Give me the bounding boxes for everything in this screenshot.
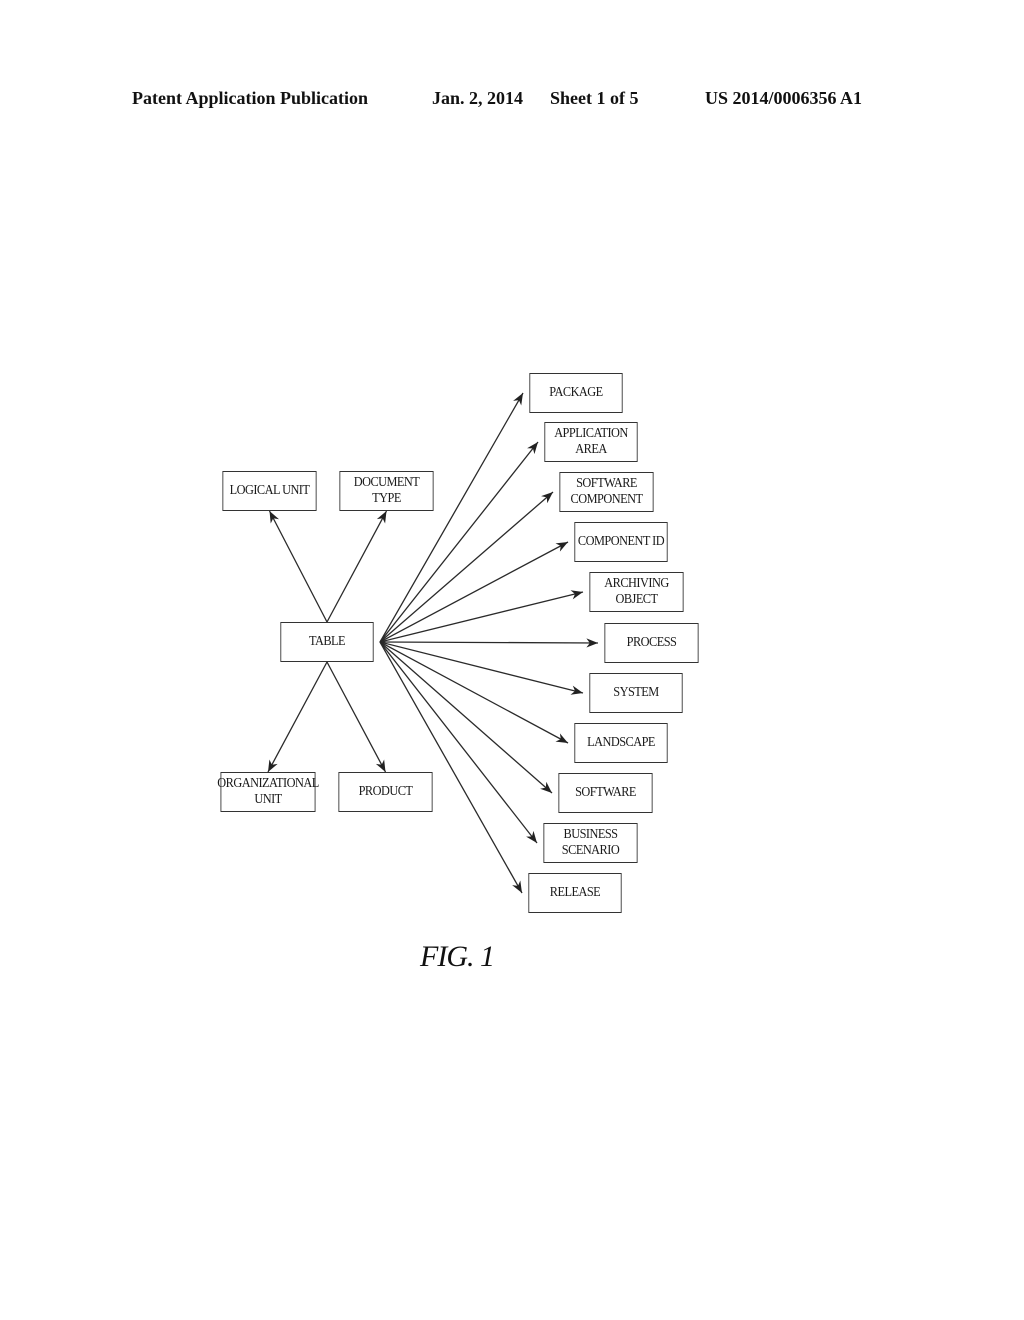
node-system: SYSTEM: [589, 673, 683, 713]
node-label: DOCUMENT TYPE: [353, 475, 420, 506]
node-table: TABLE: [280, 622, 374, 662]
node-application-area: APPLICATION AREA: [544, 422, 638, 462]
node-software: SOFTWARE: [558, 773, 653, 813]
node-label: ORGANIZATIONAL UNIT: [217, 776, 319, 807]
figure-caption: FIG. 1: [420, 940, 495, 973]
node-label: TABLE: [308, 634, 346, 649]
arrow-table-to-organizational-unit: [267, 661, 328, 773]
node-component-id: COMPONENT ID: [574, 522, 668, 562]
arrows-layer: [267, 392, 599, 894]
node-label: ARCHIVING OBJECT: [604, 576, 669, 607]
node-label: PACKAGE: [549, 385, 603, 400]
entity-diagram: TABLE LOGICAL UNIT DOCUMENT TYPE ORGANIZ…: [0, 0, 1024, 1320]
node-software-component: SOFTWARE COMPONENT: [559, 472, 654, 512]
node-label: APPLICATION AREA: [554, 426, 628, 457]
node-landscape: LANDSCAPE: [574, 723, 668, 763]
node-label: SOFTWARE COMPONENT: [570, 476, 643, 507]
node-archiving-object: ARCHIVING OBJECT: [589, 572, 684, 612]
node-package: PACKAGE: [529, 373, 623, 413]
arrow-table-to-document-type: [326, 510, 388, 623]
node-label: PROCESS: [626, 635, 677, 650]
node-logical-unit: LOGICAL UNIT: [222, 471, 317, 511]
node-label: SOFTWARE: [575, 785, 636, 800]
node-label: COMPONENT ID: [577, 534, 665, 549]
node-product: PRODUCT: [338, 772, 433, 812]
arrow-table-to-business-scenario: [379, 641, 538, 844]
arrow-table-to-product: [326, 661, 387, 773]
arrow-table-to-logical-unit: [268, 510, 328, 623]
arrow-table-to-system: [379, 641, 584, 695]
node-label: SYSTEM: [613, 685, 659, 700]
node-label: PRODUCT: [358, 784, 413, 799]
arrow-table-to-archiving-object: [379, 590, 584, 643]
node-label: LOGICAL UNIT: [229, 483, 310, 498]
node-label: LANDSCAPE: [587, 735, 655, 750]
node-process: PROCESS: [604, 623, 699, 663]
node-business-scenario: BUSINESS SCENARIO: [543, 823, 638, 863]
node-document-type: DOCUMENT TYPE: [339, 471, 434, 511]
node-label: RELEASE: [549, 885, 601, 900]
arrow-table-to-process: [379, 638, 599, 648]
arrow-table-to-software-component: [379, 491, 554, 643]
node-release: RELEASE: [528, 873, 622, 913]
arrow-table-to-software: [379, 641, 553, 794]
node-label: BUSINESS SCENARIO: [561, 827, 620, 858]
node-organizational-unit: ORGANIZATIONAL UNIT: [217, 772, 319, 812]
